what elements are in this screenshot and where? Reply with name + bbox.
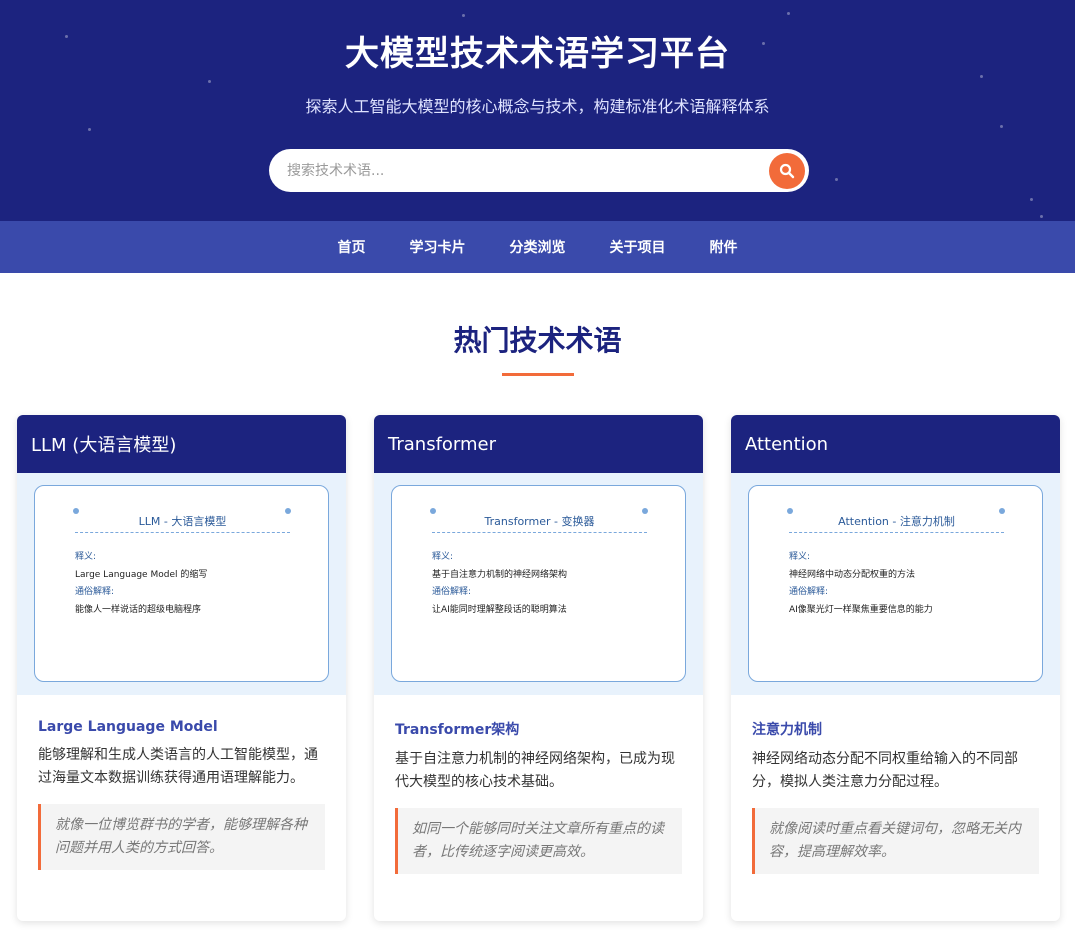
decorative-star (1030, 198, 1033, 201)
preview-body: 释义: 基于自注意力机制的神经网络架构 通俗解释: 让AI能同时理解整段话的聪明… (432, 549, 567, 619)
preview-plain-label: 通俗解释: (789, 587, 829, 597)
nav-item-attachments[interactable]: 附件 (710, 237, 738, 257)
preview-plain-label: 通俗解释: (432, 587, 472, 597)
card-preview: Attention - 注意力机制 释义: 神经网络中动态分配权重的方法 通俗解… (731, 473, 1060, 695)
page-subtitle: 探索人工智能大模型的核心概念与技术，构建标准化术语解释体系 (305, 97, 770, 116)
preview-flashcard: LLM - 大语言模型 释义: Large Language Model 的缩写… (34, 485, 329, 682)
card-analogy: 如同一个能够同时关注文章所有重点的读者，比传统逐字阅读更高效。 (395, 808, 682, 874)
decorative-star (1040, 215, 1043, 218)
preview-definition-label: 释义: (789, 552, 811, 562)
card-description: 神经网络动态分配不同权重给输入的不同部分，模拟人类注意力分配过程。 (752, 751, 1018, 790)
preview-plain-label: 通俗解释: (75, 587, 115, 597)
nav-item-about[interactable]: 关于项目 (610, 237, 666, 257)
decorative-star (208, 80, 211, 83)
decorative-star (980, 75, 983, 78)
decorative-star (88, 128, 91, 131)
preview-definition-text: 神经网络中动态分配权重的方法 (789, 569, 916, 580)
card-preview: LLM - 大语言模型 释义: Large Language Model 的缩写… (17, 473, 346, 695)
preview-title: LLM - 大语言模型 (75, 513, 290, 533)
nav-item-categories[interactable]: 分类浏览 (510, 237, 566, 257)
page-title: 大模型技术术语学习平台 (345, 34, 730, 74)
card-description: 能够理解和生成人类语言的人工智能模型，通过海量文本数据训练获得通用语理解能力。 (38, 747, 318, 786)
preview-definition-text: Large Language Model 的缩写 (75, 569, 208, 580)
term-card-list: LLM (大语言模型) LLM - 大语言模型 释义: Large Langua… (17, 415, 1060, 921)
search-input[interactable] (269, 149, 759, 192)
card-body: Transformer架构 基于自注意力机制的神经网络架构，已成为现代大模型的核… (374, 695, 703, 874)
decorative-star (1000, 125, 1003, 128)
hero-header: 大模型技术术语学习平台 探索人工智能大模型的核心概念与技术，构建标准化术语解释体… (0, 0, 1075, 221)
title-underline (501, 373, 574, 376)
search-button[interactable] (769, 153, 805, 189)
card-preview: Transformer - 变换器 释义: 基于自注意力机制的神经网络架构 通俗… (374, 473, 703, 695)
preview-flashcard: Transformer - 变换器 释义: 基于自注意力机制的神经网络架构 通俗… (391, 485, 686, 682)
preview-plain-text: 能像人一样说话的超级电脑程序 (75, 604, 202, 615)
card-subtitle: Transformer架构 (395, 722, 520, 738)
term-card[interactable]: Attention Attention - 注意力机制 释义: 神经网络中动态分… (731, 415, 1060, 921)
decorative-star (835, 178, 838, 181)
decorative-star (787, 12, 790, 15)
card-header: Transformer (374, 415, 703, 473)
term-card[interactable]: LLM (大语言模型) LLM - 大语言模型 释义: Large Langua… (17, 415, 346, 921)
card-analogy: 就像阅读时重点看关键词句，忽略无关内容，提高理解效率。 (752, 808, 1039, 874)
search-icon (779, 163, 795, 179)
search-bar (269, 149, 809, 192)
preview-title: Transformer - 变换器 (432, 513, 647, 533)
preview-definition-label: 释义: (432, 552, 454, 562)
preview-body: 释义: Large Language Model 的缩写 通俗解释: 能像人一样… (75, 549, 207, 619)
preview-plain-text: AI像聚光灯一样聚焦重要信息的能力 (789, 604, 933, 615)
card-body: 注意力机制 神经网络动态分配不同权重给输入的不同部分，模拟人类注意力分配过程。 … (731, 695, 1060, 874)
card-header: Attention (731, 415, 1060, 473)
nav-item-flashcards[interactable]: 学习卡片 (410, 237, 466, 257)
card-body: Large Language Model 能够理解和生成人类语言的人工智能模型，… (17, 695, 346, 870)
main-nav: 首页 学习卡片 分类浏览 关于项目 附件 (0, 221, 1075, 273)
term-card[interactable]: Transformer Transformer - 变换器 释义: 基于自注意力… (374, 415, 703, 921)
preview-title: Attention - 注意力机制 (789, 513, 1004, 533)
card-header: LLM (大语言模型) (17, 415, 346, 473)
preview-definition-text: 基于自注意力机制的神经网络架构 (432, 569, 568, 580)
card-subtitle: 注意力机制 (752, 722, 822, 738)
preview-flashcard: Attention - 注意力机制 释义: 神经网络中动态分配权重的方法 通俗解… (748, 485, 1043, 682)
preview-body: 释义: 神经网络中动态分配权重的方法 通俗解释: AI像聚光灯一样聚焦重要信息的… (789, 549, 933, 619)
preview-plain-text: 让AI能同时理解整段话的聪明算法 (432, 604, 567, 615)
section-title: 热门技术术语 (453, 324, 622, 357)
card-subtitle: Large Language Model (38, 719, 218, 735)
nav-item-home[interactable]: 首页 (338, 237, 366, 257)
preview-definition-label: 释义: (75, 552, 97, 562)
decorative-star (462, 14, 465, 17)
card-analogy: 就像一位博览群书的学者，能够理解各种问题并用人类的方式回答。 (38, 804, 325, 870)
card-description: 基于自注意力机制的神经网络架构，已成为现代大模型的核心技术基础。 (395, 751, 675, 790)
